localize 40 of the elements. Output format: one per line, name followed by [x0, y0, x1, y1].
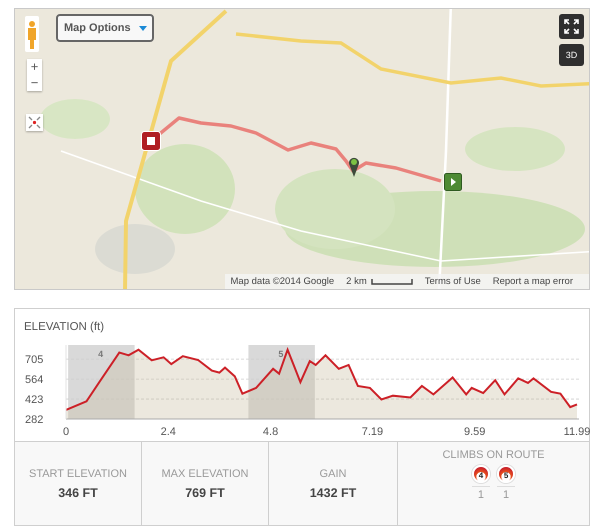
start-marker-icon[interactable]	[444, 173, 462, 191]
axis-label: 0	[62, 426, 70, 438]
caret-icon	[138, 26, 147, 30]
scale-bar: 2 km	[346, 276, 413, 287]
map-attribution: Map data ©2014 Google	[230, 276, 334, 287]
end-marker-icon[interactable]	[141, 131, 161, 151]
fullscreen-icon	[564, 19, 579, 34]
stat-label: GAIN	[320, 468, 346, 480]
axis-label: 423	[25, 394, 44, 406]
axis-label: 9.59	[464, 426, 486, 438]
fit-route-button[interactable]	[26, 114, 43, 131]
3d-button[interactable]: 3D	[559, 44, 584, 66]
stat-label: CLIMBS ON ROUTE	[442, 449, 545, 461]
zoom-out-button[interactable]: −	[27, 75, 42, 91]
map-pin-icon[interactable]	[348, 156, 360, 178]
report-link[interactable]: Report a map error	[492, 276, 573, 287]
stat-value: 1432 FT	[310, 486, 356, 500]
climb-label: 4	[98, 349, 104, 359]
axis-label: 2.4	[160, 426, 176, 438]
climb-badge: 4	[472, 465, 490, 483]
climb-label: 5	[278, 349, 284, 359]
climb-badge: 5	[497, 465, 516, 483]
fullscreen-button[interactable]	[559, 14, 584, 39]
axis-label: 4.8	[262, 426, 278, 438]
axis-label: 564	[25, 374, 44, 386]
terms-link[interactable]: Terms of Use	[424, 276, 481, 287]
zoom-in-button[interactable]: +	[27, 59, 42, 75]
map-options-dropdown[interactable]: Map Options	[56, 14, 154, 42]
axis-label: 705	[25, 354, 44, 366]
axis-label: 11.99	[564, 426, 590, 438]
climb-count: 1	[497, 486, 516, 501]
stat-value: 769 FT	[185, 486, 225, 500]
chart-title: ELEVATION (ft)	[24, 321, 106, 333]
crosshair-icon	[28, 116, 41, 129]
stat-value: 346 FT	[58, 486, 98, 500]
stat-label: MAX ELEVATION	[161, 468, 248, 480]
climb-count: 1	[472, 486, 490, 501]
stat-label: START ELEVATION	[28, 468, 127, 480]
axis-label: 282	[25, 414, 44, 426]
axis-label: 7.19	[362, 426, 384, 438]
